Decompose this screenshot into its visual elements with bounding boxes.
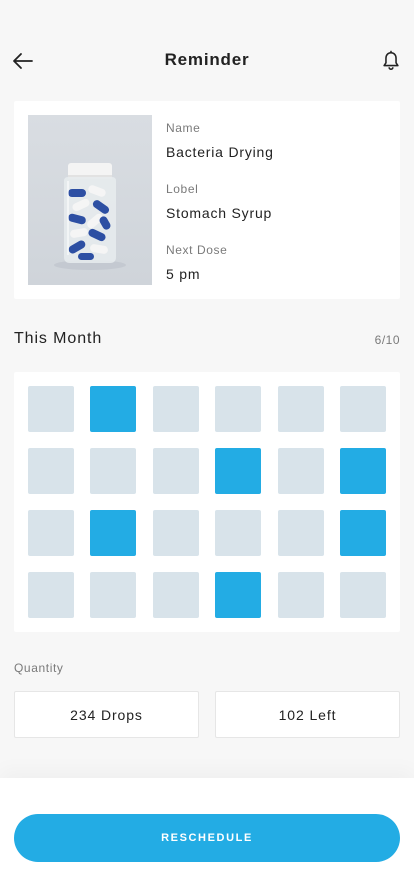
dose-day-cell[interactable]: [215, 510, 262, 556]
dose-day-cell[interactable]: [339, 572, 386, 618]
dose-day-cell[interactable]: [28, 448, 74, 494]
dose-day-cell[interactable]: [277, 386, 324, 432]
reschedule-button[interactable]: RESCHEDULE: [14, 814, 400, 862]
dose-grid-cells: [28, 386, 386, 618]
dose-day-cell-taken[interactable]: [215, 572, 262, 618]
dose-day-cell[interactable]: [90, 572, 137, 618]
dose-day-cell[interactable]: [152, 572, 199, 618]
month-dose-grid: [14, 372, 400, 632]
dose-day-cell[interactable]: [152, 386, 199, 432]
month-section-title: This Month: [14, 330, 103, 347]
medication-card[interactable]: Name Bacteria Drying Lobel Stomach Syrup…: [14, 101, 400, 299]
dose-progress-count: 6/10: [374, 333, 400, 347]
dose-day-cell[interactable]: [277, 448, 324, 494]
reminder-screen: Reminder Name Bacteria Drying Lobel Stom…: [0, 0, 414, 896]
remaining-quantity-box[interactable]: 102 Left: [215, 691, 400, 738]
pill-bottle-image: [28, 115, 152, 285]
notification-button[interactable]: [378, 48, 404, 74]
header: Reminder: [0, 36, 414, 84]
dose-day-cell[interactable]: [215, 386, 262, 432]
dose-day-cell[interactable]: [90, 448, 137, 494]
page-title: Reminder: [164, 50, 250, 69]
dose-day-cell[interactable]: [339, 386, 386, 432]
label-label: Lobel: [166, 182, 199, 196]
bottom-action-bar: RESCHEDULE: [0, 778, 414, 896]
medication-info: Name Bacteria Drying Lobel Stomach Syrup…: [166, 121, 274, 282]
name-value: Bacteria Drying: [166, 144, 274, 160]
dose-day-cell-taken[interactable]: [215, 448, 262, 494]
dose-day-cell-taken[interactable]: [339, 448, 386, 494]
quantity-label: Quantity: [14, 661, 64, 675]
next-dose-label: Next Dose: [166, 243, 228, 257]
label-value: Stomach Syrup: [166, 205, 273, 221]
dose-day-cell[interactable]: [28, 386, 74, 432]
dose-day-cell[interactable]: [152, 510, 199, 556]
dose-day-cell-taken[interactable]: [90, 510, 137, 556]
dose-day-cell-taken[interactable]: [339, 510, 386, 556]
dose-day-cell[interactable]: [277, 510, 324, 556]
drops-quantity-box[interactable]: 234 Drops: [14, 691, 199, 738]
dose-day-cell[interactable]: [152, 448, 199, 494]
name-label: Name: [166, 121, 201, 135]
next-dose-value: 5 pm: [166, 266, 201, 282]
dose-day-cell[interactable]: [28, 510, 74, 556]
dose-day-cell[interactable]: [28, 572, 74, 618]
dose-day-cell[interactable]: [277, 572, 324, 618]
dose-day-cell-taken[interactable]: [90, 386, 137, 432]
bell-icon: [383, 50, 399, 71]
